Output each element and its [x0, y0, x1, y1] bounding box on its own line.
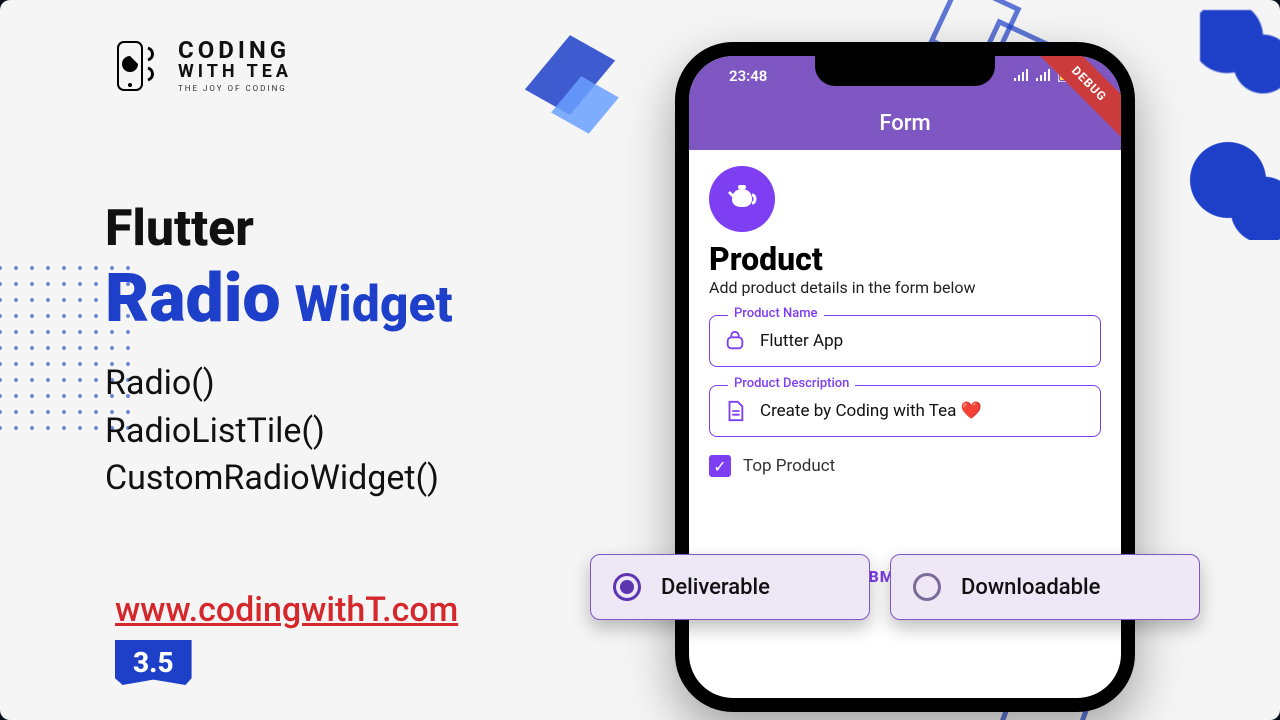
product-title: Product	[709, 240, 1101, 278]
thumbnail-canvas: CODING WITH TEA THE JOY OF CODING Flutte…	[0, 0, 1280, 720]
radio-label: Deliverable	[661, 575, 770, 600]
heart-icon: ❤️	[961, 401, 982, 421]
document-icon	[724, 400, 746, 422]
radio-option-deliverable[interactable]: Deliverable	[590, 554, 870, 620]
brand-line1: CODING	[178, 38, 292, 63]
product-subtitle: Add product details in the form below	[709, 278, 1101, 297]
website-url[interactable]: www.codingwithT.com	[115, 590, 458, 630]
teapot-icon	[724, 179, 760, 219]
heading-trail: Widget	[295, 276, 453, 334]
heading-line1: Flutter	[105, 200, 453, 258]
product-name-field[interactable]: Product Name Flutter App	[709, 315, 1101, 367]
checkbox-label: Top Product	[743, 456, 835, 476]
main-heading: Flutter Radio Widget	[105, 200, 453, 338]
top-product-checkbox[interactable]: ✓ Top Product	[709, 455, 1101, 477]
api-item: Radio()	[105, 360, 439, 408]
api-item: RadioListTile()	[105, 408, 439, 456]
field-value: Create by Coding with Tea ❤️	[760, 401, 982, 421]
product-description-field[interactable]: Product Description Create by Coding wit…	[709, 385, 1101, 437]
signal-icon	[1014, 67, 1030, 85]
heading-emphasis: Radio	[105, 258, 281, 338]
status-time: 23:48	[729, 67, 767, 85]
decor-splatter-2	[1180, 140, 1280, 240]
field-label: Product Name	[728, 306, 824, 321]
brand-tagline: THE JOY OF CODING	[178, 85, 292, 93]
app-bar: Form	[689, 96, 1121, 150]
brand-logo: CODING WITH TEA THE JOY OF CODING	[108, 38, 292, 94]
signal-icon	[1036, 67, 1052, 85]
api-item: CustomRadioWidget()	[105, 455, 439, 503]
decor-splatter-1	[1200, 10, 1280, 100]
app-bar-title: Form	[879, 111, 930, 136]
radio-option-downloadable[interactable]: Downloadable	[890, 554, 1200, 620]
radio-label: Downloadable	[961, 575, 1100, 600]
teacup-phone-icon	[108, 38, 164, 94]
radio-selected-icon	[613, 573, 641, 601]
api-list: Radio() RadioListTile() CustomRadioWidge…	[105, 360, 439, 503]
field-value: Flutter App	[760, 331, 843, 351]
avatar	[709, 166, 775, 232]
phone-notch	[815, 56, 995, 86]
flutter-logo-icon	[520, 35, 620, 135]
bag-icon	[724, 330, 746, 352]
version-badge: 3.5	[115, 640, 192, 685]
checkbox-icon: ✓	[709, 455, 731, 477]
radio-unselected-icon	[913, 573, 941, 601]
form-content: Product Add product details in the form …	[689, 150, 1121, 596]
brand-line2: WITH TEA	[178, 63, 292, 82]
field-label: Product Description	[728, 376, 855, 391]
